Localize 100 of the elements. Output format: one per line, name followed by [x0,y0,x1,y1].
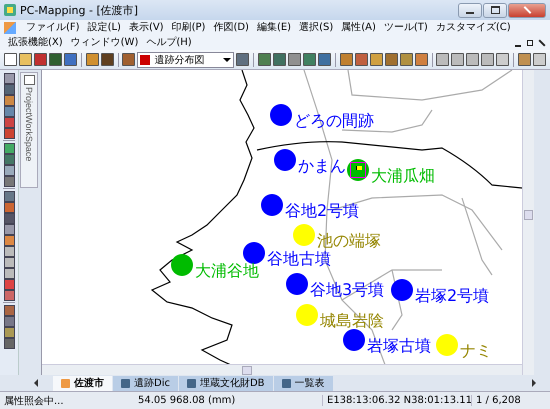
status-message: 属性照会中... [3,394,65,408]
tool-icon[interactable] [288,52,301,66]
tool-icon[interactable] [34,52,47,66]
menu-item[interactable]: カスタマイズ(C) [432,20,515,35]
tool-icon[interactable] [436,52,450,66]
tool-icon[interactable] [122,52,136,66]
tool-icon[interactable] [3,73,15,83]
tool-icon[interactable] [3,338,15,348]
map-canvas[interactable]: どろの間跡 かまん 大浦瓜畑 谷地2号墳 池の端塚 谷地古墳 大浦谷地 谷地3号墳 岩塚2号墳 城島岩陰 岩塚古墳 ナミ [42,70,522,364]
tool-icon[interactable] [3,84,15,94]
vertical-scrollbar[interactable] [522,70,534,375]
tool-icon[interactable] [3,117,15,127]
menu-item[interactable]: 属性(A) [337,20,380,35]
tool-icon[interactable] [3,176,15,186]
site-label: 谷地2号墳 [285,201,360,220]
sheet-tab[interactable]: 遺跡Dic [113,376,178,390]
site-dot[interactable] [391,279,413,301]
site-dot[interactable] [436,334,458,356]
tool-icon[interactable] [340,52,353,66]
tool-icon[interactable] [3,202,15,212]
close-button[interactable] [508,2,546,18]
tool-icon[interactable] [3,235,15,245]
menu-item[interactable]: ウィンドウ(W) [66,35,142,50]
tool-icon[interactable] [236,52,250,66]
sheet-tab[interactable]: 埋蔵文化財DB [178,376,273,390]
horizontal-scrollbar[interactable] [42,364,522,375]
site-label: 谷地古墳 [267,249,331,268]
tool-icon[interactable] [400,52,413,66]
tool-icon[interactable] [100,52,114,66]
coordinate-readout: E138:13:06.32 N38:01:13.11 [322,395,471,406]
sheet-tab[interactable]: 一覧表 [274,376,333,390]
site-dot[interactable] [243,242,265,264]
app-icon [4,4,16,16]
workspace-tab[interactable]: ProjectWorkSpace [20,72,38,188]
tool-icon[interactable] [3,305,15,315]
maximize-button[interactable] [483,2,507,18]
tool-icon[interactable] [3,213,15,223]
tool-icon[interactable] [4,52,17,66]
tool-icon[interactable] [3,95,15,105]
tool-icon[interactable] [86,52,99,66]
folder-icon [24,75,34,85]
tool-icon[interactable] [49,52,62,66]
restore-icon[interactable] [526,38,534,46]
distance-readout: 54.05 968.08 (mm) [137,395,236,406]
tool-icon[interactable] [3,268,15,278]
tool-icon[interactable] [3,316,15,326]
tool-icon[interactable] [3,224,15,234]
sheet-tab[interactable]: 佐渡市 [53,376,112,390]
site-dot[interactable] [343,329,365,351]
menu-item[interactable]: 選択(S) [295,20,338,35]
menu-item[interactable]: 表示(V) [124,20,168,35]
tool-icon[interactable] [3,327,15,337]
tool-icon[interactable] [518,52,531,66]
menu-item[interactable]: 設定(L) [84,20,125,35]
minimize-button[interactable] [458,2,482,18]
tool-icon[interactable] [318,52,331,66]
site-dot[interactable] [261,194,283,216]
tool-icon[interactable] [64,52,77,66]
tool-icon[interactable] [3,128,15,138]
menu-item[interactable]: ファイル(F) [22,20,84,35]
tool-icon[interactable] [354,52,368,66]
tool-icon[interactable] [532,52,546,66]
site-dot[interactable] [274,149,296,171]
site-dot[interactable] [293,224,315,246]
tool-icon[interactable] [3,191,15,201]
menu-item[interactable]: ツール(T) [380,20,432,35]
tool-icon[interactable] [384,52,398,66]
site-label: 岩塚古墳 [367,336,431,355]
tool-icon[interactable] [258,52,271,66]
tool-icon[interactable] [3,143,15,153]
tool-icon[interactable] [3,154,15,164]
tool-icon[interactable] [481,52,494,66]
site-label: 大浦瓜畑 [371,166,435,185]
tool-icon[interactable] [272,52,286,66]
site-label: 城島岩陰 [320,311,384,330]
tool-icon[interactable] [3,290,15,300]
tool-icon[interactable] [496,52,510,66]
site-dot[interactable] [171,254,193,276]
site-dot[interactable] [270,104,292,126]
menu-item[interactable]: 印刷(P) [168,20,210,35]
site-label: かまん [298,156,346,175]
tool-icon[interactable] [414,52,428,66]
tool-icon[interactable] [3,257,15,267]
tool-icon[interactable] [451,52,464,66]
tool-icon[interactable] [302,52,316,66]
menu-item[interactable]: 拡張機能(X) [4,35,67,50]
tool-icon[interactable] [370,52,383,66]
menu-item[interactable]: 編集(E) [252,20,296,35]
menu-item[interactable]: ヘルプ(H) [142,35,196,50]
tool-icon[interactable] [3,165,15,175]
tool-icon[interactable] [3,106,15,116]
tool-icon[interactable] [19,52,32,66]
site-dot[interactable] [286,273,308,295]
flag-marker-icon [350,162,366,178]
tool-icon[interactable] [466,52,480,66]
tool-icon[interactable] [3,279,15,289]
site-dot[interactable] [296,304,318,326]
layer-select[interactable]: 遺跡分布図 [137,52,234,68]
tool-icon[interactable] [3,246,15,256]
menu-item[interactable]: 作図(D) [209,20,253,35]
